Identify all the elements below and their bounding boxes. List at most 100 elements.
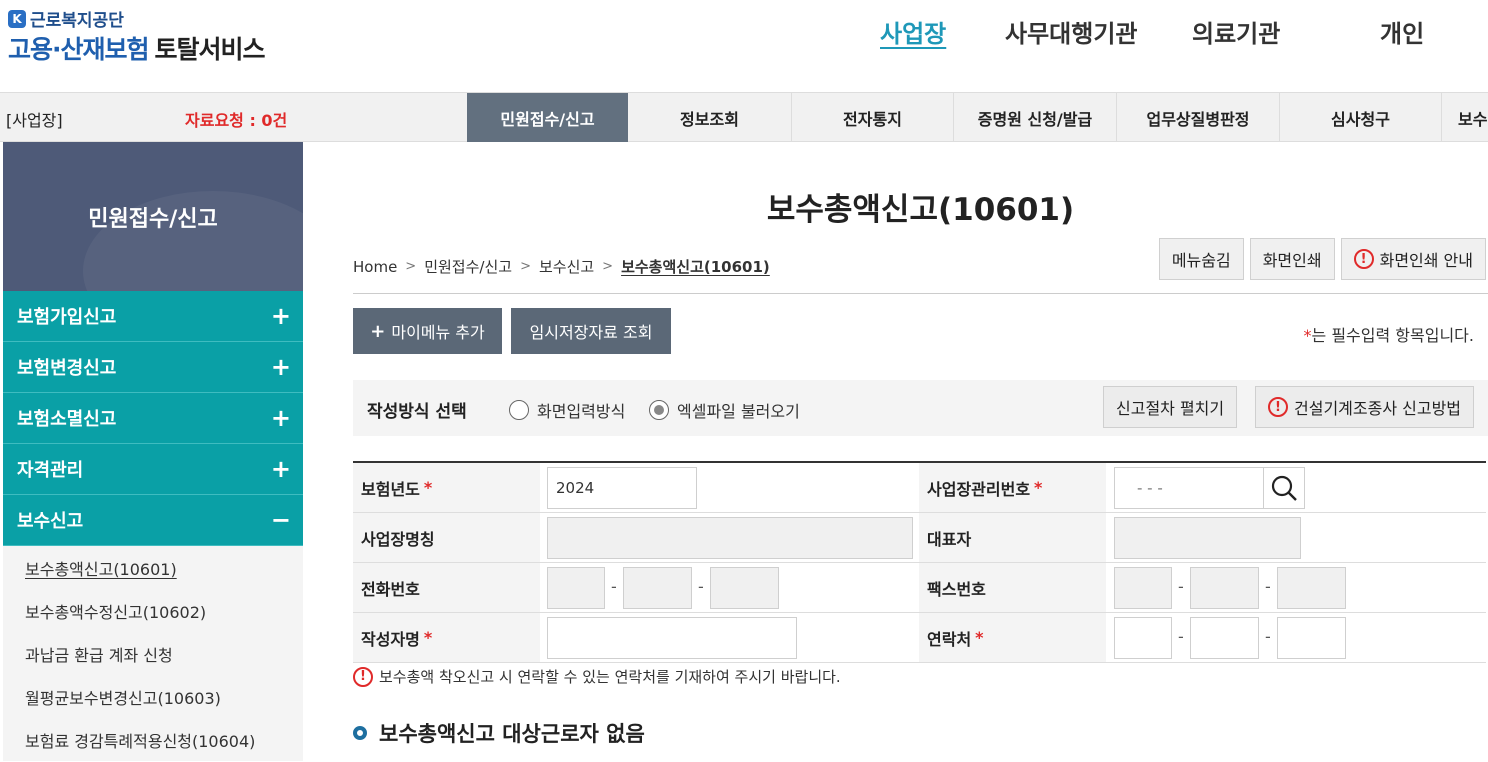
data-request-count[interactable]: 자료요청 : 0건 <box>185 107 287 131</box>
sidebar-sub-item-refund[interactable]: 과납금 환급 계좌 신청 <box>3 632 303 675</box>
required-note: *는 필수입력 항목입니다. <box>1304 322 1474 346</box>
gnb-e-notice[interactable]: 전자통지 <box>792 93 954 142</box>
fax-field-2 <box>1190 567 1259 609</box>
temp-saved-button[interactable]: 임시저장자료 조회 <box>511 308 671 354</box>
required-star: * <box>423 478 433 497</box>
breadcrumb-remuneration[interactable]: 보수신고 <box>539 256 594 277</box>
hide-menu-button[interactable]: 메뉴숨김 <box>1158 238 1244 280</box>
expand-icon: + <box>270 455 291 483</box>
sidebar-item-label: 보험변경신고 <box>17 358 117 379</box>
gnb-certificate[interactable]: 증명원 신청/발급 <box>954 93 1117 142</box>
top-nav-medical[interactable]: 의료기관 <box>1192 14 1280 49</box>
construction-guide-button[interactable]: ! 건설기계조종사 신고방법 <box>1255 386 1475 428</box>
label-text: 작성자명 <box>361 629 420 649</box>
contact-input-1[interactable] <box>1114 617 1172 659</box>
biz-no-input[interactable]: - - - <box>1114 467 1264 509</box>
field-label: 팩스번호 <box>919 563 1106 612</box>
chevron-right-icon: > <box>405 259 417 274</box>
method-label: 작성방식 선택 <box>367 402 467 422</box>
gnb-info-inquiry[interactable]: 정보조회 <box>628 93 792 142</box>
phone-field-2 <box>623 567 692 609</box>
field-label: 사업장명칭 <box>353 513 540 562</box>
gnb-remuneration[interactable]: 보수 <box>1442 93 1488 142</box>
top-nav-agency[interactable]: 사무대행기관 <box>1005 14 1137 49</box>
top-nav-workplace[interactable]: 사업장 <box>880 14 946 49</box>
dash: - <box>1265 577 1271 596</box>
chevron-right-icon: > <box>520 259 531 274</box>
breadcrumb-civil[interactable]: 민원접수/신고 <box>424 256 512 277</box>
sidebar-sub-item-10602[interactable]: 보수총액수정신고(10602) <box>3 589 303 632</box>
alert-icon: ! <box>1268 397 1288 417</box>
dash: - <box>1178 577 1184 596</box>
radio-circle <box>509 400 529 420</box>
contact-input-3[interactable] <box>1277 617 1346 659</box>
phone-field-1 <box>547 567 605 609</box>
page-tools: 메뉴숨김 화면인쇄 ! 화면인쇄 안내 <box>1158 238 1486 280</box>
button-label: 마이메뉴 추가 <box>391 323 485 342</box>
sidebar-sub-item-10603[interactable]: 월평균보수변경신고(10603) <box>3 675 303 718</box>
sidebar-item-remuneration[interactable]: 보수신고 − <box>3 495 303 546</box>
label-text: 연락처 <box>927 629 972 649</box>
breadcrumb-home[interactable]: Home <box>353 258 397 276</box>
sidebar-sub-item-10604[interactable]: 보험료 경감특례적용신청(10604) <box>3 718 303 761</box>
print-guide-button[interactable]: ! 화면인쇄 안내 <box>1340 238 1486 280</box>
print-button[interactable]: 화면인쇄 <box>1249 238 1335 280</box>
sidebar-item-label: 보험소멸신고 <box>17 409 117 430</box>
section-title: 보수총액신고 대상근로자 없음 <box>353 718 645 748</box>
page-title: 보수총액신고(10601) <box>766 192 1075 228</box>
service-title[interactable]: 고용·산재보험 토탈서비스 <box>8 30 266 66</box>
breadcrumb-current[interactable]: 보수총액신고(10601) <box>621 256 770 277</box>
org-name: 근로복지공단 <box>30 11 124 31</box>
expand-procedure-button[interactable]: 신고절차 펼치기 <box>1103 386 1238 428</box>
search-button[interactable] <box>1263 467 1305 509</box>
button-label: 건설기계조종사 신고방법 <box>1294 399 1462 418</box>
dash: - <box>611 577 617 596</box>
dash: - <box>1265 627 1271 646</box>
field-label: 연락처 * <box>919 613 1106 662</box>
button-label: 메뉴숨김 <box>1171 251 1231 270</box>
sidebar-item-label: 자격관리 <box>17 460 84 481</box>
plus-icon: + <box>370 320 386 342</box>
form-row: 보험년도 * 2024 사업장관리번호 * - - - <box>353 463 1486 513</box>
ceo-field <box>1114 517 1301 559</box>
sidebar-item-extinction[interactable]: 보험소멸신고 + <box>3 393 303 444</box>
gnb-civil-reception[interactable]: 민원접수/신고 <box>467 93 628 142</box>
method-radio-excel[interactable]: 엑셀파일 불러오기 <box>649 398 800 422</box>
divider <box>353 293 1488 294</box>
org-logo-icon: K <box>8 9 26 28</box>
top-nav-personal[interactable]: 개인 <box>1380 14 1424 49</box>
method-selector: 작성방식 선택 화면입력방식 엑셀파일 불러오기 신고절차 펼치기 ! 건설기계… <box>353 380 1488 436</box>
global-nav: 민원접수/신고 정보조회 전자통지 증명원 신청/발급 업무상질병판정 심사청구… <box>467 93 1488 142</box>
report-form: 보험년도 * 2024 사업장관리번호 * - - - 사업장명칭 대표자 전화번호… <box>353 461 1486 663</box>
dash: - <box>1178 627 1184 646</box>
required-star: * <box>423 628 433 647</box>
gnb-review-request[interactable]: 심사청구 <box>1280 93 1442 142</box>
sidebar-title: 민원접수/신고 <box>3 142 303 291</box>
sidebar: 민원접수/신고 보험가입신고 + 보험변경신고 + 보험소멸신고 + 자격관리 … <box>3 142 303 762</box>
header: K 근로복지공단 고용·산재보험 토탈서비스 사업장 사무대행기관 의료기관 개인 <box>0 0 1488 92</box>
contact-input-2[interactable] <box>1190 617 1259 659</box>
add-mymenu-button[interactable]: + 마이메뉴 추가 <box>353 308 502 354</box>
sidebar-item-change[interactable]: 보험변경신고 + <box>3 342 303 393</box>
user-context: [사업장] <box>6 111 63 130</box>
insurance-year-input[interactable]: 2024 <box>547 467 697 509</box>
alert-icon: ! <box>353 666 373 687</box>
field-label: 전화번호 <box>353 563 540 612</box>
writer-name-input[interactable] <box>547 617 797 659</box>
method-radio-screen[interactable]: 화면입력방식 <box>509 398 625 422</box>
gnb-disease-judgment[interactable]: 업무상질병판정 <box>1117 93 1280 142</box>
fax-field-1 <box>1114 567 1172 609</box>
breadcrumb: Home > 민원접수/신고 > 보수신고 > 보수총액신고(10601) <box>353 256 770 277</box>
sidebar-item-qualification[interactable]: 자격관리 + <box>3 444 303 495</box>
sidebar-sub-item-10601[interactable]: 보수총액신고(10601) <box>3 546 303 589</box>
sidebar-sub-list: 보수총액신고(10601) 보수총액수정신고(10602) 과납금 환급 계좌 … <box>3 546 303 761</box>
org-logo[interactable]: K 근로복지공단 <box>8 6 124 31</box>
expand-icon: + <box>270 302 291 330</box>
sidebar-item-label: 보수신고 <box>17 511 84 532</box>
sidebar-item-join[interactable]: 보험가입신고 + <box>3 291 303 342</box>
collapse-icon: − <box>270 506 291 534</box>
biz-name-field <box>547 517 913 559</box>
field-label: 대표자 <box>919 513 1106 562</box>
button-label: 화면인쇄 <box>1262 251 1322 270</box>
form-row: 전화번호 - - 팩스번호 - - <box>353 563 1486 613</box>
